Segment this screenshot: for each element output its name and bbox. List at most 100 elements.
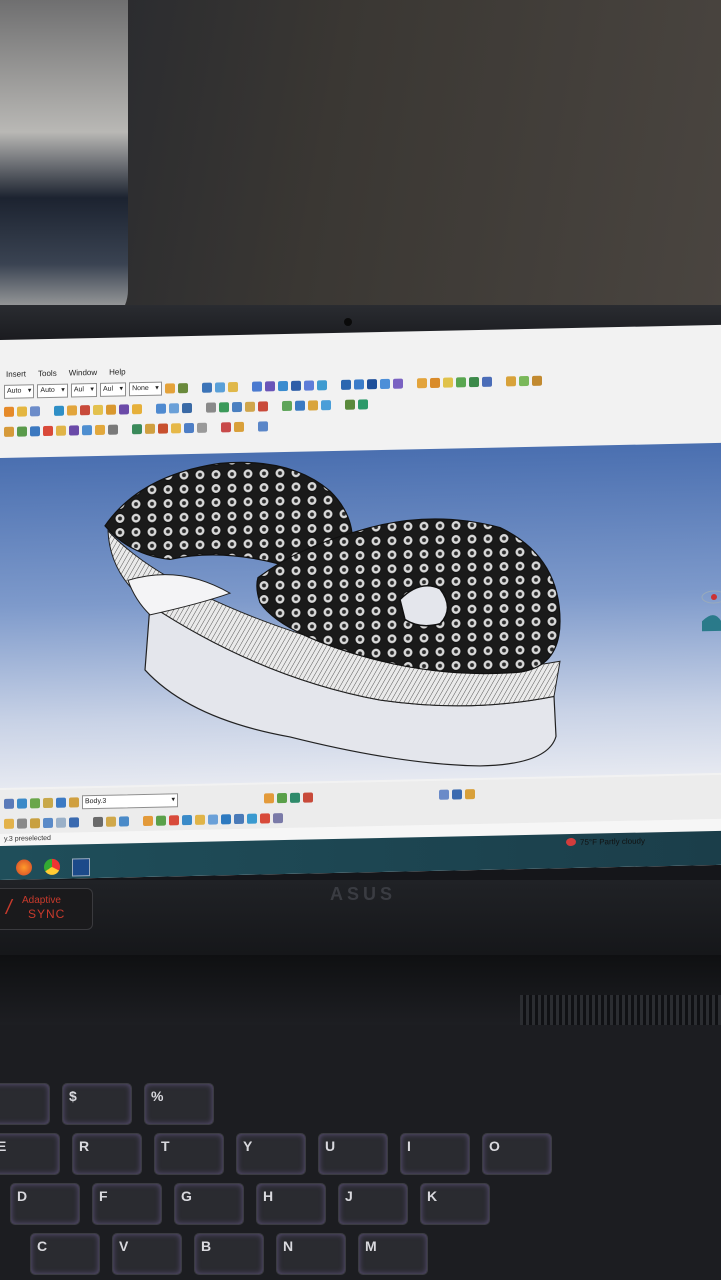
hole-icon[interactable] bbox=[303, 380, 314, 391]
publish-icon[interactable] bbox=[264, 793, 274, 804]
cube-icon[interactable] bbox=[258, 421, 268, 432]
draft-icon[interactable] bbox=[366, 379, 377, 390]
macro-icon[interactable] bbox=[290, 792, 300, 803]
knowledge-icon[interactable] bbox=[108, 424, 118, 435]
formula-fx-icon[interactable] bbox=[93, 816, 103, 828]
undo-icon[interactable] bbox=[43, 817, 53, 829]
chamfer-icon[interactable] bbox=[353, 379, 364, 390]
untrim-icon[interactable] bbox=[171, 423, 181, 434]
menu-window[interactable]: Window bbox=[69, 366, 97, 381]
copy-icon[interactable] bbox=[17, 818, 27, 829]
trim-icon[interactable] bbox=[182, 402, 192, 414]
key-U[interactable]: U bbox=[318, 1133, 388, 1175]
key-%[interactable]: % bbox=[144, 1083, 214, 1125]
key-F[interactable]: F bbox=[92, 1183, 162, 1225]
surface-icon[interactable] bbox=[132, 424, 142, 435]
compass-widget[interactable] bbox=[694, 581, 721, 642]
offset-icon[interactable] bbox=[132, 404, 142, 415]
translate-icon[interactable] bbox=[416, 378, 427, 389]
grid-icon[interactable] bbox=[4, 798, 14, 809]
multi-section-icon[interactable] bbox=[145, 423, 155, 434]
law-icon[interactable] bbox=[82, 425, 92, 436]
rib-icon[interactable] bbox=[316, 380, 327, 391]
options-icon[interactable] bbox=[465, 789, 475, 800]
menu-help[interactable]: Help bbox=[109, 365, 125, 379]
apply-material-icon[interactable] bbox=[345, 399, 355, 410]
point-style-combo[interactable]: Aul bbox=[99, 382, 127, 397]
point-icon[interactable] bbox=[30, 406, 40, 417]
key-J[interactable]: J bbox=[338, 1183, 408, 1225]
key-Y[interactable]: Y bbox=[236, 1133, 306, 1175]
spline-icon[interactable] bbox=[219, 402, 229, 413]
paste-icon[interactable] bbox=[30, 818, 40, 829]
key-D[interactable]: D bbox=[10, 1183, 80, 1225]
shading-icon[interactable] bbox=[247, 813, 257, 824]
formula-icon[interactable] bbox=[69, 425, 79, 436]
mirror-icon[interactable] bbox=[455, 377, 466, 388]
boolean-icon[interactable] bbox=[505, 376, 516, 387]
taskbar-firefox-icon[interactable] bbox=[16, 859, 32, 876]
rotate-view-icon[interactable] bbox=[182, 814, 192, 826]
view-icon[interactable] bbox=[321, 400, 331, 411]
key-O[interactable]: O bbox=[482, 1133, 552, 1175]
intersection-icon[interactable] bbox=[258, 401, 268, 412]
split-icon[interactable] bbox=[169, 403, 179, 414]
heal-icon[interactable] bbox=[158, 423, 168, 434]
extract-icon[interactable] bbox=[197, 422, 207, 433]
groove-icon[interactable] bbox=[290, 380, 301, 391]
swap-space-icon[interactable] bbox=[234, 421, 244, 433]
key-M[interactable]: M bbox=[358, 1233, 428, 1275]
scaling-icon[interactable] bbox=[481, 376, 492, 387]
constraint-icon[interactable] bbox=[214, 382, 225, 393]
key-$[interactable]: $ bbox=[62, 1083, 132, 1125]
disassemble-icon[interactable] bbox=[184, 422, 194, 434]
revolve-icon[interactable] bbox=[67, 405, 77, 416]
sketcher-icon[interactable] bbox=[4, 406, 14, 417]
projection-icon[interactable] bbox=[245, 401, 255, 412]
body-icon[interactable] bbox=[56, 797, 66, 808]
key-R[interactable]: R bbox=[72, 1133, 142, 1175]
join-icon[interactable] bbox=[156, 403, 166, 414]
fit-all-icon[interactable] bbox=[156, 815, 166, 826]
whats-this-icon[interactable] bbox=[69, 817, 79, 828]
parameter-icon[interactable] bbox=[56, 425, 66, 436]
key-V[interactable]: V bbox=[112, 1233, 182, 1275]
iso-view-icon[interactable] bbox=[234, 813, 244, 825]
fly-mode-icon[interactable] bbox=[143, 815, 153, 827]
key-T[interactable]: T bbox=[154, 1133, 224, 1175]
key-E[interactable]: E bbox=[0, 1133, 60, 1175]
swap-visible-icon[interactable] bbox=[273, 813, 283, 824]
hide-show-icon[interactable] bbox=[221, 422, 231, 433]
measure-icon[interactable] bbox=[295, 400, 305, 411]
redo-icon[interactable] bbox=[56, 817, 66, 828]
assemble-icon[interactable] bbox=[518, 375, 529, 387]
catalog-icon[interactable] bbox=[277, 792, 287, 804]
update-icon[interactable] bbox=[30, 426, 40, 437]
key-N[interactable]: N bbox=[276, 1233, 346, 1275]
table-icon[interactable] bbox=[119, 816, 129, 827]
capture-icon[interactable] bbox=[452, 789, 462, 800]
menu-tools[interactable]: Tools bbox=[38, 367, 57, 381]
menu-insert[interactable]: Insert bbox=[6, 367, 26, 381]
sketch-icon[interactable] bbox=[201, 382, 212, 393]
analysis-icon[interactable] bbox=[282, 400, 292, 412]
insert-body-icon[interactable] bbox=[69, 797, 79, 808]
snap-icon[interactable] bbox=[17, 798, 27, 809]
normal-view-icon[interactable] bbox=[221, 814, 231, 825]
sweep-icon[interactable] bbox=[80, 405, 90, 416]
body-select-combo[interactable]: Body.3 bbox=[82, 793, 178, 810]
helix-icon[interactable] bbox=[232, 401, 242, 413]
taskbar-catia-icon[interactable] bbox=[72, 858, 90, 877]
thickness-icon[interactable] bbox=[392, 378, 403, 389]
design-table-icon[interactable] bbox=[95, 424, 105, 436]
key-K[interactable]: K bbox=[420, 1183, 490, 1225]
curve-icon[interactable] bbox=[206, 402, 216, 413]
zoom-in-icon[interactable] bbox=[195, 814, 205, 825]
shaft-icon[interactable] bbox=[277, 380, 288, 392]
render-mode-combo[interactable]: Auto bbox=[4, 384, 35, 399]
pattern-icon[interactable] bbox=[468, 376, 479, 388]
symmetry-icon[interactable] bbox=[442, 377, 453, 388]
reference-icon[interactable] bbox=[4, 426, 14, 437]
stop-icon[interactable] bbox=[43, 425, 53, 437]
cut-icon[interactable] bbox=[4, 818, 14, 829]
